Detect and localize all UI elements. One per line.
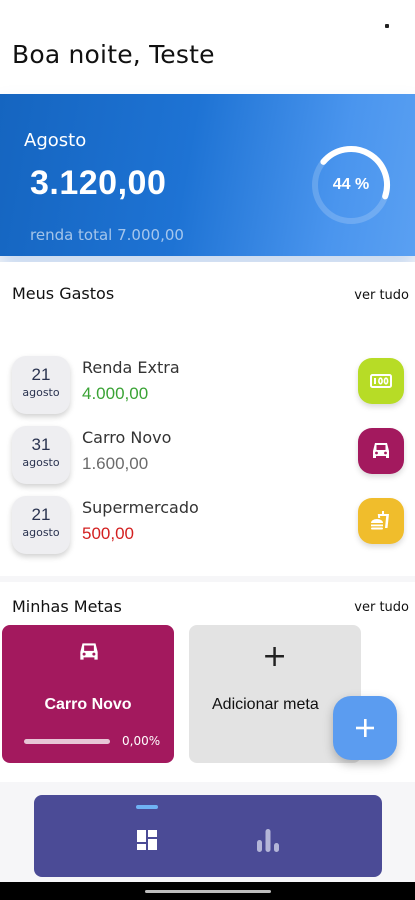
cash-icon: [370, 374, 392, 388]
total-income: renda total 7.000,00: [30, 226, 184, 244]
goal-progress-bar: [24, 739, 110, 744]
fastfood-icon: [371, 511, 389, 530]
date-badge: 21 agosto: [12, 496, 70, 554]
goal-name: Carro Novo: [44, 696, 132, 713]
date-month: agosto: [22, 386, 60, 399]
bottom-navigation: [34, 795, 382, 877]
date-day: 31: [31, 435, 51, 454]
expenses-section: Meus Gastos ver tudo 21 agosto Renda Ext…: [0, 262, 415, 576]
date-day: 21: [31, 365, 51, 384]
car-icon: [80, 643, 98, 660]
goal-card[interactable]: Carro Novo 0,00%: [2, 625, 174, 763]
expense-row[interactable]: 21 agosto Renda Extra 4.000,00: [0, 354, 415, 416]
expense-name: Carro Novo: [82, 428, 172, 447]
balance-card: Agosto 3.120,00 renda total 7.000,00 44 …: [0, 94, 415, 256]
dashboard-icon: [137, 830, 157, 850]
budget-progress-label: 44 %: [332, 176, 370, 193]
add-goal-label: Adicionar meta: [212, 696, 319, 713]
date-badge: 31 agosto: [12, 426, 70, 484]
car-icon: [373, 443, 389, 458]
home-handle[interactable]: [145, 890, 271, 893]
expense-row[interactable]: 31 agosto Carro Novo 1.600,00: [0, 424, 415, 486]
goals-see-all-link[interactable]: ver tudo: [354, 600, 409, 615]
current-month: Agosto: [24, 130, 87, 151]
plus-icon: [356, 719, 374, 737]
expense-name: Supermercado: [82, 498, 199, 517]
expense-amount: 4.000,00: [82, 384, 149, 403]
nav-statistics[interactable]: [253, 825, 283, 855]
greeting-title: Boa noite, Teste: [12, 40, 215, 69]
balance-amount: 3.120,00: [30, 164, 167, 202]
category-button[interactable]: [358, 498, 404, 544]
status-bar: [0, 0, 415, 24]
expense-amount: 1.600,00: [82, 454, 149, 473]
goals-title: Minhas Metas: [12, 597, 122, 616]
date-month: agosto: [22, 526, 60, 539]
nav-active-indicator: [136, 805, 158, 809]
date-day: 21: [31, 505, 51, 524]
add-fab-button[interactable]: [333, 696, 397, 760]
expense-name: Renda Extra: [82, 358, 180, 377]
header: Boa noite, Teste: [0, 24, 415, 94]
expenses-title: Meus Gastos: [12, 284, 115, 303]
bar-chart-icon: [257, 829, 279, 852]
date-badge: 21 agosto: [12, 356, 70, 414]
status-indicator: [385, 24, 389, 28]
plus-icon: +: [262, 639, 288, 674]
nav-dashboard[interactable]: [132, 825, 162, 855]
expense-amount: 500,00: [82, 524, 134, 543]
goal-percent: 0,00%: [122, 734, 161, 748]
expenses-see-all-link[interactable]: ver tudo: [354, 288, 409, 303]
category-button[interactable]: [358, 358, 404, 404]
expense-row[interactable]: 21 agosto Supermercado 500,00: [0, 494, 415, 556]
system-gesture-bar: [0, 882, 415, 900]
app-screen: Boa noite, Teste Agosto 3.120,00 renda t…: [0, 0, 415, 900]
category-button[interactable]: [358, 428, 404, 474]
date-month: agosto: [22, 456, 60, 469]
